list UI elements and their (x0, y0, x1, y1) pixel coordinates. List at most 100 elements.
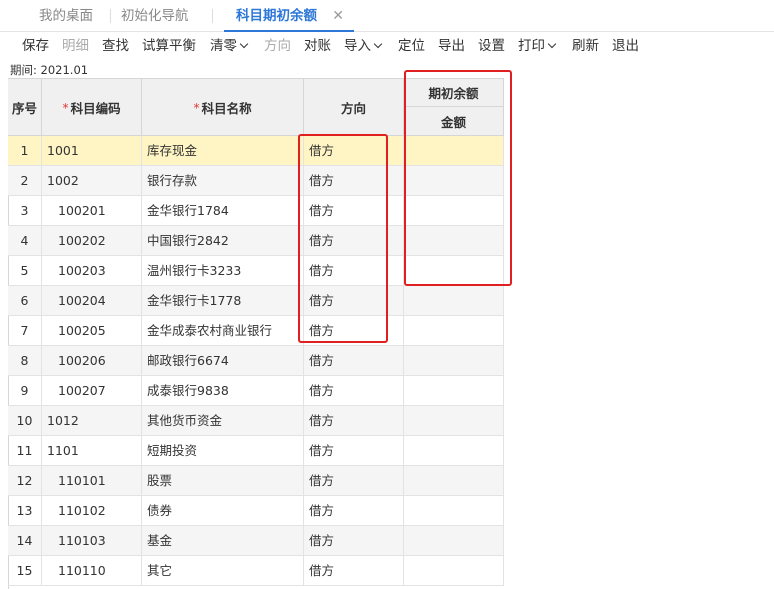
row-amount-cell[interactable] (404, 376, 504, 405)
find-button[interactable]: 查找 (102, 32, 129, 60)
row-amount-cell[interactable] (404, 346, 504, 375)
exit-button[interactable]: 退出 (612, 32, 639, 60)
table-row[interactable]: 7 100205 金华成泰农村商业银行 借方 (8, 316, 504, 346)
row-code-cell[interactable]: 100204 (42, 286, 142, 315)
row-code-cell[interactable]: 1012 (42, 406, 142, 435)
row-seq-cell[interactable]: 11 (8, 436, 42, 465)
locate-button[interactable]: 定位 (398, 32, 425, 60)
row-seq-cell[interactable]: 15 (8, 556, 42, 585)
table-row[interactable]: 9 100207 成泰银行9838 借方 (8, 376, 504, 406)
row-code-cell[interactable]: 100205 (42, 316, 142, 345)
required-mark: * (193, 99, 200, 115)
row-amount-cell[interactable] (404, 406, 504, 435)
row-seq-cell[interactable]: 2 (8, 166, 42, 195)
refresh-button[interactable]: 刷新 (572, 32, 599, 60)
row-direction-cell[interactable]: 借方 (304, 466, 404, 495)
table-row[interactable]: 12 110101 股票 借方 (8, 466, 504, 496)
row-direction-cell[interactable]: 借方 (304, 406, 404, 435)
export-button[interactable]: 导出 (438, 32, 465, 60)
settings-button[interactable]: 设置 (478, 32, 505, 60)
row-amount-cell[interactable] (404, 526, 504, 555)
row-name-cell[interactable]: 银行存款 (142, 166, 304, 195)
tab-my-desktop[interactable]: 我的桌面 (39, 0, 93, 32)
chevron-down-icon (239, 39, 249, 49)
header-code[interactable]: * 科目编码 (42, 78, 142, 136)
row-code-cell[interactable]: 100207 (42, 376, 142, 405)
tab-opening-balance[interactable]: 科目期初余额 ✕ (224, 0, 354, 32)
header-direction[interactable]: 方向 (304, 78, 404, 136)
row-code-cell[interactable]: 100202 (42, 226, 142, 255)
row-name-cell[interactable]: 基金 (142, 526, 304, 555)
row-name-cell[interactable]: 中国银行2842 (142, 226, 304, 255)
row-amount-cell[interactable] (404, 286, 504, 315)
row-code-cell[interactable]: 1001 (42, 136, 142, 165)
reconcile-button[interactable]: 对账 (304, 32, 331, 60)
row-name-cell[interactable]: 其它 (142, 556, 304, 585)
header-seq: 序号 (8, 78, 42, 136)
row-seq-cell[interactable]: 4 (8, 226, 42, 255)
row-code-cell[interactable]: 110103 (42, 526, 142, 555)
row-code-cell[interactable]: 110101 (42, 466, 142, 495)
row-name-cell[interactable]: 成泰银行9838 (142, 376, 304, 405)
direction-label: 方向 (264, 38, 291, 54)
row-name-cell[interactable]: 股票 (142, 466, 304, 495)
row-seq-cell[interactable]: 1 (8, 136, 42, 165)
row-code-cell[interactable]: 1101 (42, 436, 142, 465)
row-direction-cell[interactable]: 借方 (304, 496, 404, 525)
row-amount-cell[interactable] (404, 496, 504, 525)
table-row[interactable]: 8 100206 邮政银行6674 借方 (8, 346, 504, 376)
row-seq-cell[interactable]: 6 (8, 286, 42, 315)
row-amount-cell[interactable] (404, 436, 504, 465)
trial-balance-button[interactable]: 试算平衡 (142, 32, 196, 60)
close-icon[interactable]: ✕ (332, 0, 344, 32)
row-code-cell[interactable]: 100201 (42, 196, 142, 225)
table-row[interactable]: 10 1012 其他货币资金 借方 (8, 406, 504, 436)
row-seq-cell[interactable]: 13 (8, 496, 42, 525)
row-code-cell[interactable]: 1002 (42, 166, 142, 195)
row-seq-cell[interactable]: 12 (8, 466, 42, 495)
row-seq-cell[interactable]: 8 (8, 346, 42, 375)
row-code-cell[interactable]: 100206 (42, 346, 142, 375)
detail-button[interactable]: 明细 (62, 32, 89, 60)
tab-init-navigation[interactable]: 初始化导航 (121, 0, 189, 32)
save-label: 保存 (22, 38, 49, 54)
row-code-cell[interactable]: 110110 (42, 556, 142, 585)
row-name-cell[interactable]: 其他货币资金 (142, 406, 304, 435)
row-seq-cell[interactable]: 10 (8, 406, 42, 435)
row-name-cell[interactable]: 金华银行卡1778 (142, 286, 304, 315)
row-name-cell[interactable]: 债券 (142, 496, 304, 525)
row-direction-cell[interactable]: 借方 (304, 346, 404, 375)
row-amount-cell[interactable] (404, 316, 504, 345)
row-seq-cell[interactable]: 9 (8, 376, 42, 405)
row-name-cell[interactable]: 库存现金 (142, 136, 304, 165)
row-name-cell[interactable]: 金华成泰农村商业银行 (142, 316, 304, 345)
row-code-cell[interactable]: 110102 (42, 496, 142, 525)
row-name-cell[interactable]: 邮政银行6674 (142, 346, 304, 375)
table-row[interactable]: 6 100204 金华银行卡1778 借方 (8, 286, 504, 316)
row-name-cell[interactable]: 温州银行卡3233 (142, 256, 304, 285)
row-seq-cell[interactable]: 14 (8, 526, 42, 555)
row-seq-cell[interactable]: 5 (8, 256, 42, 285)
reconcile-label: 对账 (304, 38, 331, 54)
table-row[interactable]: 13 110102 债券 借方 (8, 496, 504, 526)
row-name-cell[interactable]: 金华银行1784 (142, 196, 304, 225)
table-row[interactable]: 14 110103 基金 借方 (8, 526, 504, 556)
header-name[interactable]: * 科目名称 (142, 78, 304, 136)
print-dropdown[interactable]: 打印 (518, 32, 557, 60)
table-row[interactable]: 11 1101 短期投资 借方 (8, 436, 504, 466)
row-amount-cell[interactable] (404, 466, 504, 495)
row-seq-cell[interactable]: 3 (8, 196, 42, 225)
direction-button[interactable]: 方向 (264, 32, 291, 60)
row-direction-cell[interactable]: 借方 (304, 556, 404, 585)
row-name-cell[interactable]: 短期投资 (142, 436, 304, 465)
row-direction-cell[interactable]: 借方 (304, 526, 404, 555)
row-code-cell[interactable]: 100203 (42, 256, 142, 285)
row-direction-cell[interactable]: 借方 (304, 376, 404, 405)
import-dropdown[interactable]: 导入 (344, 32, 383, 60)
save-button[interactable]: 保存 (22, 32, 49, 60)
row-direction-cell[interactable]: 借方 (304, 436, 404, 465)
row-amount-cell[interactable] (404, 556, 504, 585)
row-seq-cell[interactable]: 7 (8, 316, 42, 345)
clear-dropdown[interactable]: 清零 (210, 32, 249, 60)
table-row[interactable]: 15 110110 其它 借方 (8, 556, 504, 586)
